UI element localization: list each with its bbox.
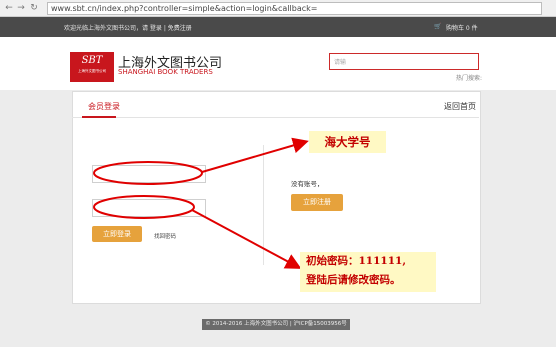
username-highlight-ellipse — [93, 161, 203, 185]
password-callout: 初始密码：111111, 登陆后请修改密码。 — [300, 252, 436, 292]
password-highlight-ellipse — [93, 195, 195, 219]
password-arrow — [191, 209, 302, 269]
username-callout: 海大学号 — [309, 131, 386, 153]
password-callout-line1: 初始密码：111111, — [306, 255, 406, 267]
annotation-overlay — [93, 137, 309, 269]
username-arrow — [201, 137, 309, 173]
password-callout-line2: 登陆后请修改密码。 — [306, 274, 401, 286]
